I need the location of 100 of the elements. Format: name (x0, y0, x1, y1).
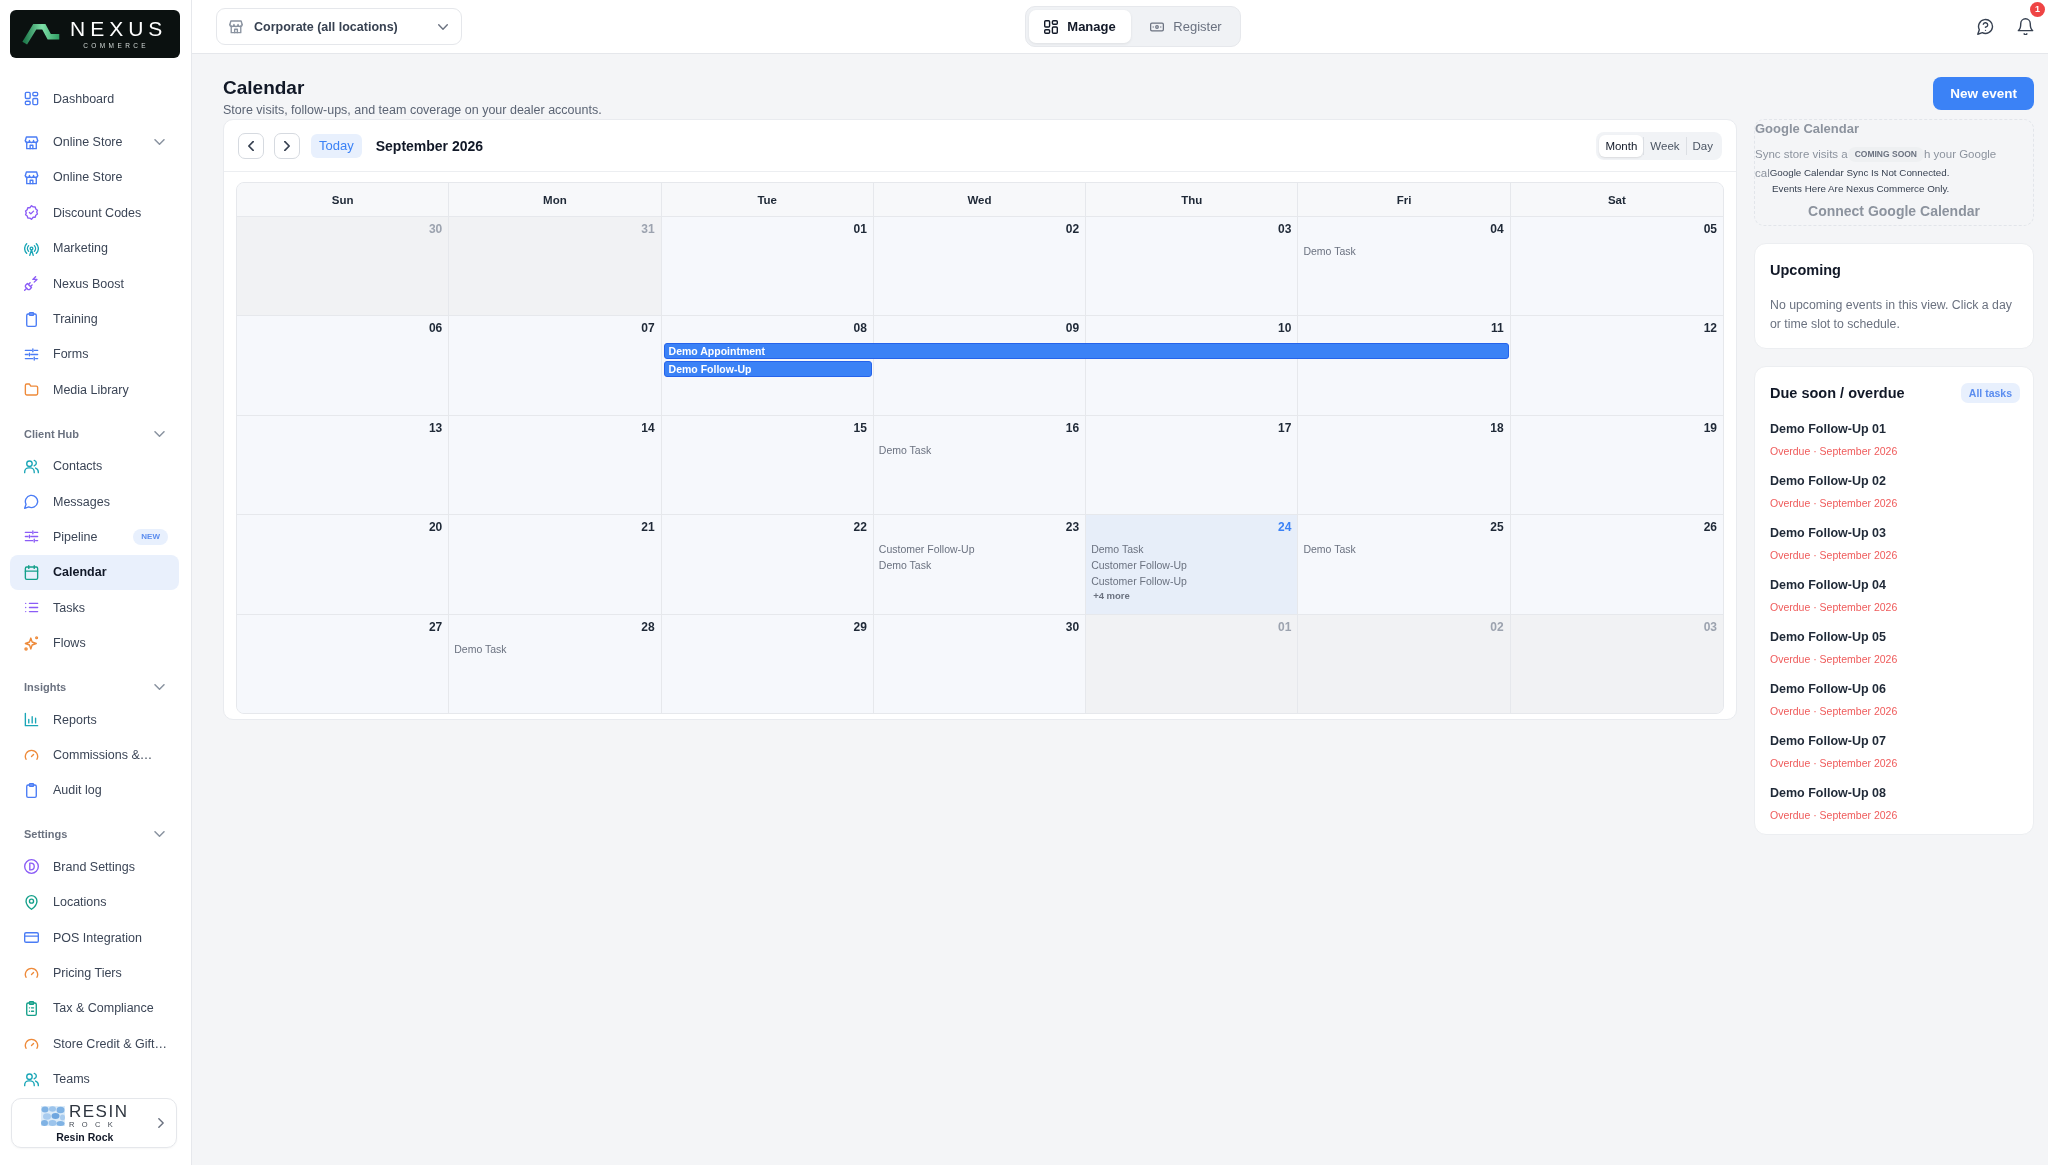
section-header[interactable]: Settings (10, 819, 179, 850)
section-header[interactable]: Insights (10, 671, 179, 702)
notifications-bell-icon[interactable] (2017, 18, 2034, 35)
day-number: 23 (1065, 520, 1080, 536)
nav-item[interactable]: Discount Codes (10, 195, 179, 231)
nav-item[interactable]: Reports (10, 701, 179, 738)
users-icon (24, 458, 39, 474)
nav-group-header[interactable]: Online Store (10, 124, 179, 160)
view-tab[interactable]: Day (1686, 134, 1719, 157)
mode-tab[interactable]: Manage (1029, 10, 1131, 43)
event-item[interactable]: Customer Follow-Up (1091, 573, 1187, 590)
antenna-icon (24, 240, 39, 256)
logo-wordmark: NEXUS (70, 18, 168, 40)
day-number: 18 (1490, 420, 1504, 436)
day-number: 30 (428, 222, 443, 237)
day-number: 01 (853, 222, 867, 237)
cash-icon (1150, 21, 1165, 32)
checklist-icon (24, 1000, 39, 1016)
next-button[interactable] (274, 132, 300, 159)
nav-item[interactable]: Messages (10, 483, 179, 520)
nav-item[interactable]: Calendar (10, 554, 179, 591)
nav-item[interactable]: Contacts (10, 448, 179, 484)
task-title[interactable]: Demo Follow-Up 02 (1770, 473, 1886, 489)
nav-item[interactable]: Forms (10, 336, 179, 373)
nav-item[interactable]: Tax & Compliance (10, 990, 179, 1026)
grid-icon (1044, 19, 1059, 34)
coming-soon-badge: COMING SOON (1847, 146, 1924, 162)
day-number: 02 (1490, 619, 1504, 635)
plug-icon (24, 276, 39, 292)
task-title[interactable]: Demo Follow-Up 03 (1770, 525, 1886, 541)
gauge-icon (24, 965, 39, 981)
bar-chart-icon (24, 712, 39, 728)
nav-item[interactable]: Media Library (10, 372, 179, 408)
day-cell[interactable]: 27 (237, 614, 450, 713)
more-events-link[interactable]: +4 more (1093, 589, 1130, 604)
new-event-button[interactable]: New event (1933, 77, 2034, 110)
event-bar[interactable]: Demo Appointment (663, 343, 1509, 360)
grid-icon (24, 91, 39, 107)
task-title[interactable]: Demo Follow-Up 01 (1770, 421, 1886, 437)
event-item[interactable]: Demo Task (454, 640, 507, 657)
nav-item[interactable]: Training (10, 301, 179, 337)
account-name: Resin Rock (56, 1130, 114, 1143)
view-tab[interactable]: Week (1644, 134, 1686, 157)
folder-icon (24, 382, 39, 398)
day-number: 08 (853, 321, 867, 337)
chevron-down-icon (154, 139, 165, 146)
day-number: 02 (1065, 222, 1080, 237)
mode-tab[interactable]: Register (1135, 10, 1237, 43)
location-select[interactable]: Corporate (all locations) (216, 8, 462, 45)
help-icon[interactable] (1977, 18, 1994, 35)
task-status: Overdue · September 2026 (1770, 756, 1898, 771)
day-number: 11 (1491, 321, 1504, 337)
day-number: 28 (641, 619, 655, 635)
nav-item[interactable]: Nexus Boost (10, 265, 179, 302)
store-icon (229, 19, 243, 34)
chat-bubble-icon (24, 494, 39, 510)
event-item[interactable]: Demo Task (1303, 243, 1356, 259)
day-cell[interactable]: 24 Demo Task Customer Follow-Up Customer Follow-Up +4 more (1086, 515, 1299, 614)
event-item[interactable]: Customer Follow-Up (1091, 557, 1187, 574)
nav-item[interactable]: Dashboard (10, 81, 179, 117)
nav-item[interactable]: Audit log (10, 772, 179, 809)
page-subtitle: Store visits, follow-ups, and team coverage on your dealer accounts. (223, 102, 603, 119)
event-item[interactable]: Demo Task (1091, 541, 1144, 558)
task-title[interactable]: Demo Follow-Up 08 (1770, 785, 1886, 801)
sliders-icon (24, 529, 39, 545)
nav-item[interactable]: Flows (10, 625, 179, 661)
nav-item[interactable]: Pipeline NEW (10, 519, 179, 555)
nav-item[interactable]: Locations (10, 884, 179, 920)
day-number: 03 (1703, 619, 1717, 635)
nav-item[interactable]: Marketing (10, 230, 179, 266)
event-bar[interactable]: Demo Follow-Up (663, 361, 872, 378)
previous-button[interactable] (238, 132, 264, 159)
account-logo-wordmark: RESIN (69, 1103, 129, 1120)
day-number: 06 (428, 321, 443, 337)
nav-item[interactable]: Commissions &… (10, 737, 179, 773)
view-tab[interactable]: Month (1599, 134, 1644, 157)
nav-item[interactable]: Store Credit & Gift… (10, 1026, 179, 1062)
nav-item[interactable]: Online Store (10, 159, 179, 196)
section-header[interactable]: Client Hub (10, 418, 179, 449)
card-title: Upcoming (1770, 261, 1842, 280)
nav-item[interactable]: Pricing Tiers (10, 955, 179, 991)
event-item[interactable]: Demo Task (1303, 541, 1356, 558)
notice-text: Google Calendar Sync Is Not Connected. (1769, 166, 1950, 180)
event-item[interactable]: Demo Task (878, 441, 932, 458)
nav-item[interactable]: Brand Settings (10, 849, 179, 885)
nav-item[interactable]: Tasks (10, 590, 179, 626)
day-number: 13 (428, 420, 443, 436)
day-number: 30 (1065, 619, 1080, 635)
task-title[interactable]: Demo Follow-Up 05 (1770, 629, 1886, 645)
task-status: Overdue · September 2026 (1770, 496, 1898, 511)
event-item[interactable]: Customer Follow-Up (878, 541, 975, 558)
nav-item[interactable]: POS Integration (10, 919, 179, 956)
nav-item[interactable]: Teams (10, 1061, 179, 1097)
task-title[interactable]: Demo Follow-Up 07 (1770, 733, 1886, 749)
task-title[interactable]: Demo Follow-Up 04 (1770, 577, 1886, 593)
day-number: 21 (641, 520, 655, 536)
chevron-down-icon (154, 683, 165, 690)
task-title[interactable]: Demo Follow-Up 06 (1770, 681, 1886, 697)
page-title: Calendar (223, 77, 306, 99)
event-item[interactable]: Demo Task (878, 557, 932, 574)
